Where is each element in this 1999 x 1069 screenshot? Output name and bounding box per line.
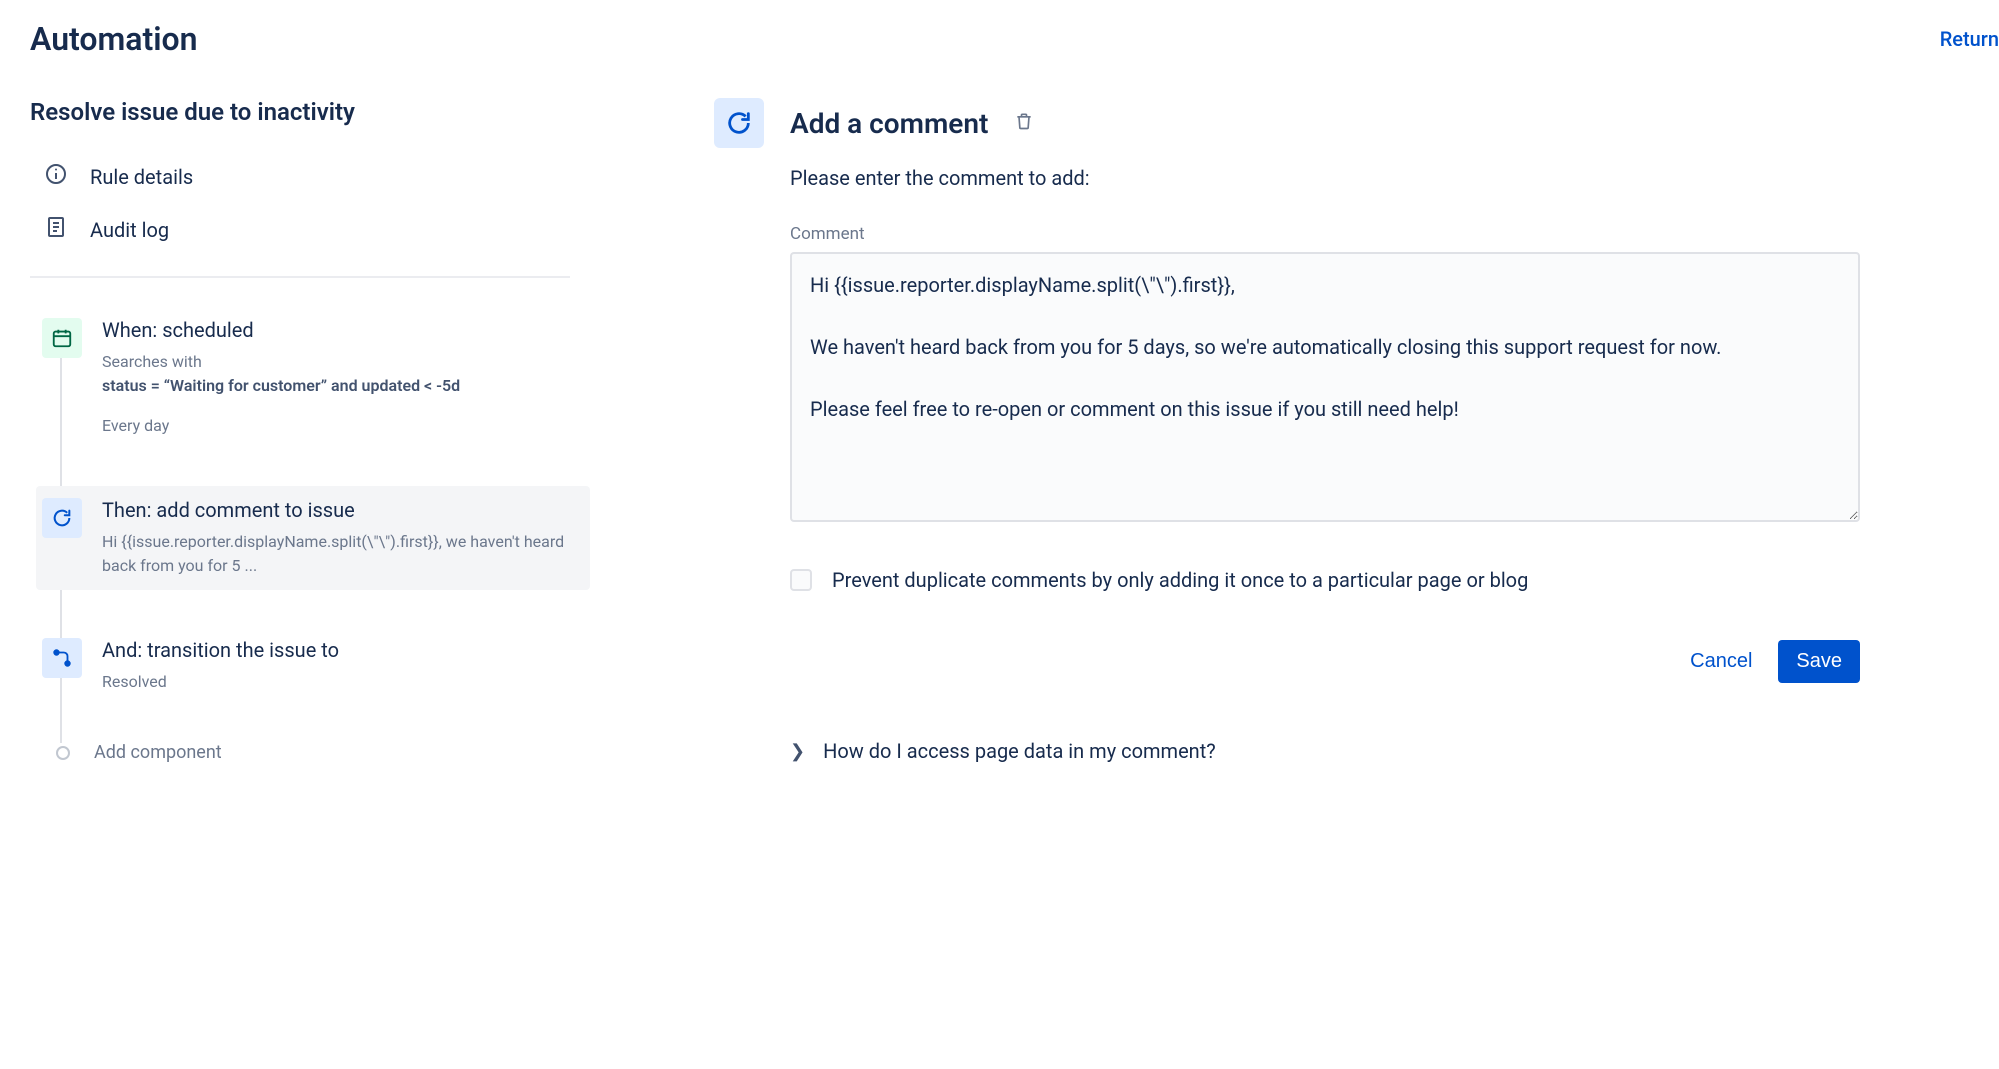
comment-refresh-icon	[42, 498, 82, 538]
nav-rule-details-label: Rule details	[90, 165, 193, 189]
panel-refresh-icon	[714, 98, 764, 148]
save-button[interactable]: Save	[1778, 640, 1860, 683]
prevent-duplicates-checkbox[interactable]	[790, 569, 812, 591]
add-component[interactable]: Add component	[36, 742, 590, 763]
prevent-duplicates-row[interactable]: Prevent duplicate comments by only addin…	[790, 568, 1860, 592]
transition-icon	[42, 638, 82, 678]
step-when-search-prefix: Searches with	[102, 352, 202, 371]
add-circle-icon	[56, 746, 70, 760]
step-and-title: And: transition the issue to	[102, 638, 578, 662]
comment-input[interactable]	[790, 252, 1860, 522]
delete-icon[interactable]	[1014, 111, 1034, 135]
step-when-jql: status = “Waiting for customer” and upda…	[102, 376, 460, 395]
step-when[interactable]: When: scheduled Searches with status = “…	[36, 306, 590, 450]
cancel-button[interactable]: Cancel	[1672, 640, 1770, 683]
help-label: How do I access page data in my comment?	[823, 739, 1216, 763]
chevron-right-icon: ❯	[790, 741, 805, 762]
info-icon	[44, 162, 68, 191]
step-and[interactable]: And: transition the issue to Resolved	[36, 626, 590, 706]
step-then-preview: Hi {{issue.reporter.displayName.split(\"…	[102, 530, 578, 578]
main-panel: Add a comment Please enter the comment t…	[790, 98, 1890, 763]
comment-label: Comment	[790, 224, 1860, 244]
step-and-status: Resolved	[102, 670, 578, 694]
step-when-title: When: scheduled	[102, 318, 578, 342]
step-when-schedule: Every day	[102, 414, 578, 438]
sidebar: Resolve issue due to inactivity Rule det…	[30, 98, 590, 763]
return-link[interactable]: Return	[1940, 27, 1999, 51]
prevent-duplicates-label: Prevent duplicate comments by only addin…	[832, 568, 1528, 592]
add-component-label: Add component	[94, 742, 222, 763]
panel-subtitle: Please enter the comment to add:	[790, 166, 1860, 190]
calendar-icon	[42, 318, 82, 358]
panel-title: Add a comment	[790, 107, 988, 140]
nav-audit-log-label: Audit log	[90, 218, 169, 242]
step-then-title: Then: add comment to issue	[102, 498, 578, 522]
help-expander[interactable]: ❯ How do I access page data in my commen…	[790, 739, 1860, 763]
nav-rule-details[interactable]: Rule details	[30, 150, 590, 203]
rule-name: Resolve issue due to inactivity	[30, 98, 590, 126]
page-title: Automation	[30, 20, 198, 58]
nav-audit-log[interactable]: Audit log	[30, 203, 590, 256]
log-icon	[44, 215, 68, 244]
step-then[interactable]: Then: add comment to issue Hi {{issue.re…	[36, 486, 590, 590]
divider	[30, 276, 570, 278]
